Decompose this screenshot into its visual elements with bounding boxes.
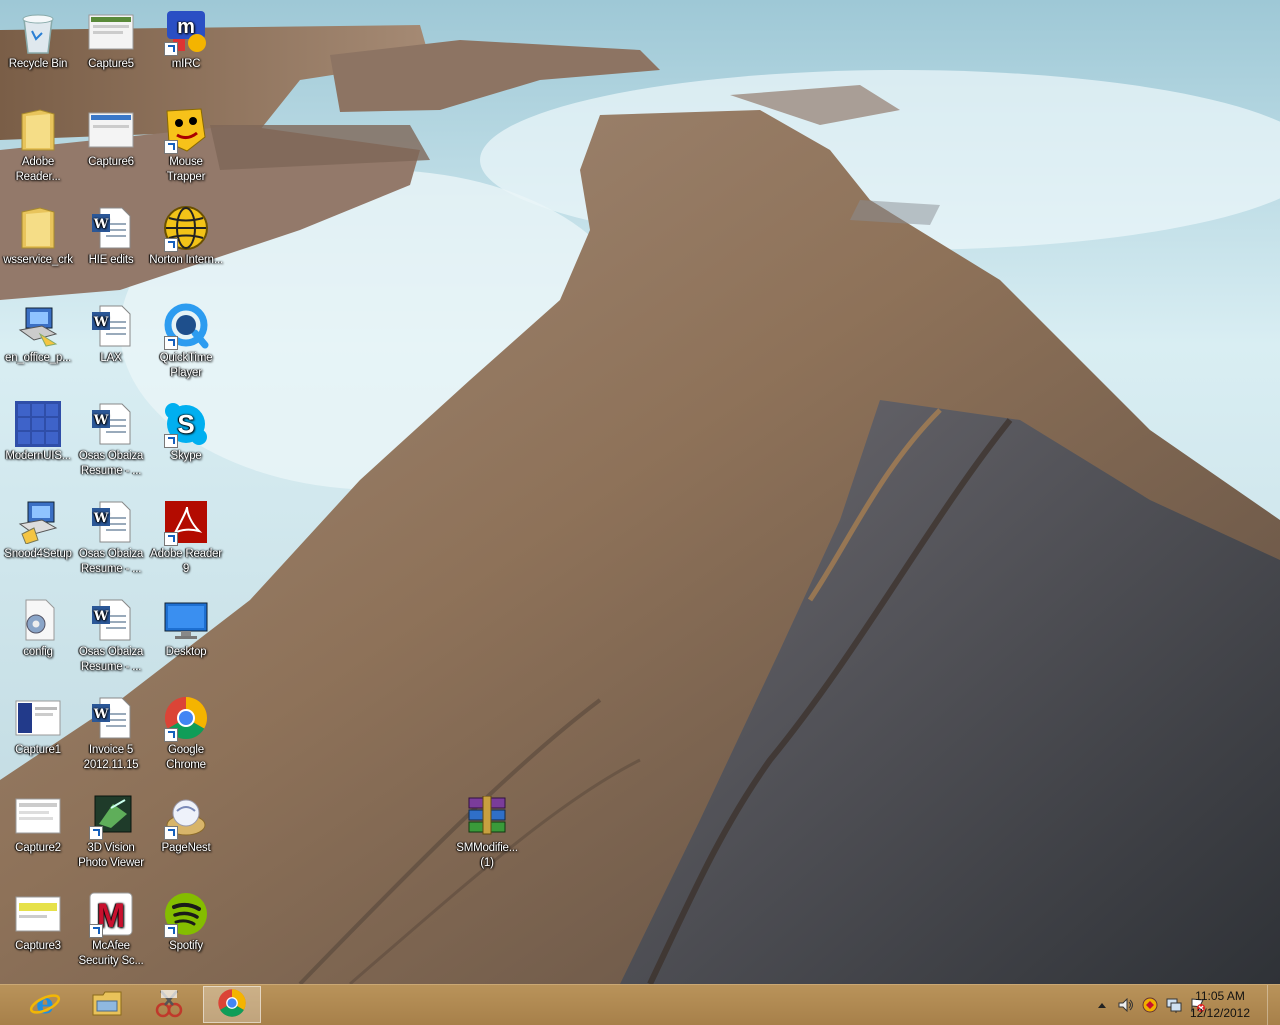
taskbar-snipping-tool[interactable] [140, 986, 198, 1023]
desktop-icon-recycle-bin[interactable]: Recycle Bin [0, 8, 76, 72]
taskbar-internet-explorer[interactable]: e [16, 986, 74, 1023]
desktop-icon-en-office[interactable]: en_office_p... [0, 302, 76, 366]
desktop-icon-hie-edits[interactable]: W HIE edits [73, 204, 149, 268]
svg-text:m: m [177, 16, 195, 38]
word-document-icon: W [87, 400, 135, 448]
svg-text:e: e [36, 988, 54, 1018]
shortcut-arrow-icon [164, 140, 178, 154]
3d-vision-icon [87, 792, 135, 840]
desktop-icon-skype[interactable]: S Skype [148, 400, 224, 464]
screenshot-image-icon [87, 106, 135, 154]
installer-icon [14, 498, 62, 546]
clock-date: 12/12/2012 [1189, 1006, 1251, 1020]
svg-text:W: W [93, 217, 109, 232]
shortcut-arrow-icon [164, 728, 178, 742]
clock-time: 11:05 AM [1195, 989, 1245, 1003]
svg-text:W: W [93, 707, 109, 722]
chrome-icon [162, 694, 210, 742]
desktop-monitor-icon [162, 596, 210, 644]
skype-icon: S [162, 400, 210, 448]
shortcut-arrow-icon [164, 826, 178, 840]
screenshot-image-icon [14, 890, 62, 938]
spotify-icon [162, 890, 210, 938]
desktop-icon-spotify[interactable]: Spotify [148, 890, 224, 954]
desktop-icon-google-chrome[interactable]: Google Chrome [148, 694, 224, 773]
shortcut-arrow-icon [164, 336, 178, 350]
svg-text:W: W [93, 511, 109, 526]
desktop-icon-adobe-reader-folder[interactable]: Adobe Reader... [0, 106, 76, 185]
mcafee-shield-icon[interactable] [1142, 997, 1158, 1013]
desktop-icon-wsservice-crk[interactable]: wsservice_crk [0, 204, 76, 268]
word-document-icon: W [87, 498, 135, 546]
adobe-reader-icon [162, 498, 210, 546]
snipping-tool-icon [153, 988, 185, 1022]
mouse-trapper-icon [162, 106, 210, 154]
desktop-icon-pagenest[interactable]: PageNest [148, 792, 224, 856]
desktop-icon-config[interactable]: config [0, 596, 76, 660]
desktop-icon-norton[interactable]: Norton Intern... [148, 204, 224, 268]
desktop-icon-smmodifier[interactable]: SMModifie... (1) [449, 792, 525, 871]
word-document-icon: W [87, 302, 135, 350]
svg-text:W: W [93, 609, 109, 624]
desktop-icon-mcafee[interactable]: M McAfee Security Sc... [73, 890, 149, 969]
desktop-icon-desktop[interactable]: Desktop [148, 596, 224, 660]
desktop-icon-modernuis[interactable]: ModernUIS... [0, 400, 76, 464]
desktop-icon-capture5[interactable]: Capture5 [73, 8, 149, 72]
desktop-icon-resume-3[interactable]: W Osas Obaiza Resume - ... [73, 596, 149, 675]
shortcut-arrow-icon [164, 42, 178, 56]
desktop-icon-resume-2[interactable]: W Osas Obaiza Resume - ... [73, 498, 149, 577]
shortcut-arrow-icon [164, 924, 178, 938]
desktop-icon-invoice-5[interactable]: W Invoice 5 2012.11.15 [73, 694, 149, 773]
screenshot-image-icon [14, 792, 62, 840]
svg-text:W: W [93, 413, 109, 428]
chrome-icon [217, 988, 247, 1022]
taskbar: e 11:05 AM 12/12/2012 [0, 984, 1280, 1025]
mcafee-icon: M [87, 890, 135, 938]
system-clock[interactable]: 11:05 AM 12/12/2012 [1180, 988, 1260, 1022]
word-document-icon: W [87, 204, 135, 252]
winrar-archive-icon [463, 792, 511, 840]
word-document-icon: W [87, 596, 135, 644]
norton-globe-icon [162, 204, 210, 252]
mirc-icon: m [162, 8, 210, 56]
desktop-icon-adobe-reader-9[interactable]: Adobe Reader 9 [148, 498, 224, 577]
desktop-icon-lax[interactable]: W LAX [73, 302, 149, 366]
shortcut-arrow-icon [164, 532, 178, 546]
system-tray: 11:05 AM 12/12/2012 [1060, 985, 1280, 1025]
volume-icon[interactable] [1118, 997, 1134, 1013]
desktop-icon-3d-vision[interactable]: 3D Vision Photo Viewer [73, 792, 149, 871]
shortcut-arrow-icon [89, 924, 103, 938]
show-desktop-button[interactable] [1267, 985, 1280, 1025]
modern-ui-tiles-icon [14, 400, 62, 448]
desktop-icon-quicktime[interactable]: QuickTime Player [148, 302, 224, 381]
quicktime-icon [162, 302, 210, 350]
word-document-icon: W [87, 694, 135, 742]
desktop-icon-mouse-trapper[interactable]: Mouse Trapper [148, 106, 224, 185]
desktop-icon-capture2[interactable]: Capture2 [0, 792, 76, 856]
desktop-icon-mirc[interactable]: m mIRC [148, 8, 224, 72]
shortcut-arrow-icon [164, 434, 178, 448]
taskbar-google-chrome[interactable] [203, 986, 261, 1023]
svg-text:W: W [93, 315, 109, 330]
desktop-icon-capture3[interactable]: Capture3 [0, 890, 76, 954]
config-settings-icon [14, 596, 62, 644]
screenshot-image-icon [14, 694, 62, 742]
desktop-icon-capture1[interactable]: Capture1 [0, 694, 76, 758]
desktop-icon-snood4setup[interactable]: Snood4Setup [0, 498, 76, 562]
desktop-icon-resume-1[interactable]: W Osas Obaiza Resume - ... [73, 400, 149, 479]
folder-icon [14, 204, 62, 252]
screenshot-image-icon [87, 8, 135, 56]
recycle-bin-icon [14, 8, 62, 56]
pagenest-icon [162, 792, 210, 840]
file-explorer-icon [91, 989, 123, 1021]
installer-icon [14, 302, 62, 350]
svg-text:S: S [177, 409, 194, 439]
show-hidden-icons-arrow[interactable] [1094, 997, 1110, 1013]
desktop-icon-capture6[interactable]: Capture6 [73, 106, 149, 170]
shortcut-arrow-icon [164, 238, 178, 252]
folder-icon [14, 106, 62, 154]
internet-explorer-icon: e [29, 987, 61, 1022]
taskbar-file-explorer[interactable] [78, 986, 136, 1023]
shortcut-arrow-icon [89, 826, 103, 840]
